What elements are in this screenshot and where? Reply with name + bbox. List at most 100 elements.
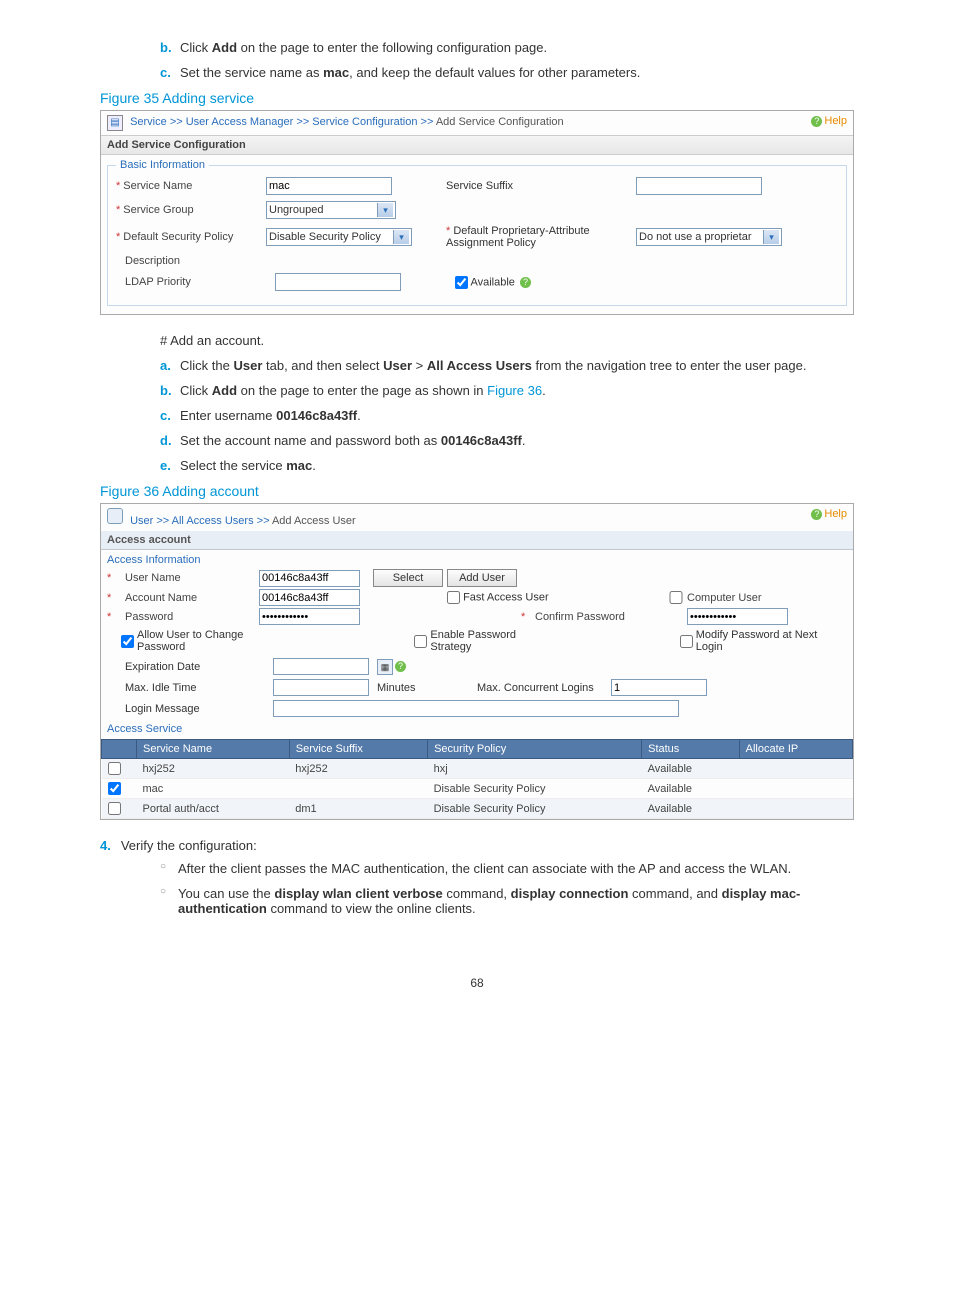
access-service-table: Service Name Service Suffix Security Pol… [101, 739, 853, 819]
default-proprietary-select[interactable]: Do not use a proprietar▾ [636, 228, 782, 246]
help-link[interactable]: ?Help [811, 115, 847, 131]
service-row-checkbox[interactable] [108, 762, 121, 775]
service-suffix-label: Service Suffix [446, 180, 636, 192]
default-security-policy-select[interactable]: Disable Security Policy▾ [266, 228, 412, 246]
col-security-policy: Security Policy [428, 740, 642, 759]
service-suffix-cell: hxj252 [289, 759, 427, 779]
default-proprietary-label: Default Proprietary-Attribute Assignment… [446, 225, 590, 249]
service-name-cell: hxj252 [137, 759, 290, 779]
modify-next-login-option[interactable]: Modify Password at Next Login [680, 629, 847, 653]
table-row: macDisable Security PolicyAvailable [102, 779, 853, 799]
help-icon: ? [811, 116, 822, 127]
add-account-header: # Add an account. [160, 333, 854, 348]
acct-step-b: b.Click Add on the page to enter the pag… [160, 383, 854, 398]
table-row: Portal auth/acctdm1Disable Security Poli… [102, 799, 853, 819]
verify-a: After the client passes the MAC authenti… [160, 861, 854, 876]
allocate-ip-cell [739, 779, 852, 799]
figure-36-link[interactable]: Figure 36 [487, 383, 542, 398]
service-name-input[interactable] [266, 177, 392, 195]
service-row-checkbox[interactable] [108, 782, 121, 795]
section-bar: Add Service Configuration [101, 135, 853, 155]
max-concurrent-label: Max. Concurrent Logins [477, 682, 607, 694]
fast-access-label: Fast Access User [463, 591, 549, 603]
figure-36: User >> All Access Users >> Add Access U… [100, 503, 854, 820]
col-checkbox [102, 740, 137, 759]
calendar-icon[interactable]: ▦ [377, 659, 393, 675]
confirm-password-input[interactable] [687, 608, 788, 625]
acct-step-a: a.Click the User tab, and then select Us… [160, 358, 854, 373]
step-c: c.Set the service name as mac, and keep … [160, 65, 854, 80]
max-idle-input[interactable] [273, 679, 369, 696]
help-icon[interactable]: ? [520, 277, 531, 288]
breadcrumb-36: User >> All Access Users >> Add Access U… [107, 508, 356, 527]
chevron-down-icon: ▾ [377, 203, 393, 217]
crumb-service-config[interactable]: Service Configuration [312, 116, 417, 128]
account-steps: a.Click the User tab, and then select Us… [160, 358, 854, 473]
help-icon[interactable]: ? [395, 661, 406, 672]
select-button[interactable]: Select [373, 569, 443, 587]
figure-35-title: Figure 35 Adding service [100, 90, 854, 106]
max-concurrent-input[interactable] [611, 679, 707, 696]
password-input[interactable] [259, 608, 360, 625]
account-name-input[interactable] [259, 589, 360, 606]
acct-step-e: e.Select the service mac. [160, 458, 854, 473]
fast-access-checkbox[interactable] [447, 591, 460, 604]
status-cell: Available [642, 799, 740, 819]
help-link-36[interactable]: ?Help [811, 508, 847, 527]
chevron-down-icon: ▾ [393, 230, 409, 244]
crumb-all-access[interactable]: All Access Users [172, 515, 254, 527]
crumb-service[interactable]: Service [130, 116, 167, 128]
col-allocate-ip: Allocate IP [739, 740, 852, 759]
expiration-date-input[interactable] [273, 658, 369, 675]
security-policy-cell: hxj [428, 759, 642, 779]
crumb-current: Add Service Configuration [436, 116, 564, 128]
page-number: 68 [100, 976, 854, 990]
allocate-ip-cell [739, 799, 852, 819]
enable-strategy-checkbox[interactable] [414, 635, 427, 648]
crumb-uam[interactable]: User Access Manager [186, 116, 294, 128]
add-user-button[interactable]: Add User [447, 569, 517, 587]
modify-next-checkbox[interactable] [680, 635, 693, 648]
enable-password-strategy-option[interactable]: Enable Password Strategy [414, 629, 559, 653]
login-message-input[interactable] [273, 700, 679, 717]
step-4: 4.Verify the configuration: [100, 838, 854, 853]
basic-info-legend: Basic Information [116, 159, 209, 171]
login-message-label: Login Message [125, 703, 269, 715]
access-account-bar: Access account [101, 531, 853, 550]
allow-change-password-option[interactable]: Allow User to Change Password [121, 629, 294, 653]
account-name-label: Account Name [125, 592, 255, 604]
col-service-suffix: Service Suffix [289, 740, 427, 759]
minutes-label: Minutes [377, 682, 473, 694]
col-status: Status [642, 740, 740, 759]
service-name-cell: Portal auth/acct [137, 799, 290, 819]
help-icon: ? [811, 509, 822, 520]
verify-b: You can use the display wlan client verb… [160, 886, 854, 916]
chevron-down-icon: ▾ [763, 230, 779, 244]
acct-step-d: d.Set the account name and password both… [160, 433, 854, 448]
col-service-name: Service Name [137, 740, 290, 759]
enable-strategy-label: Enable Password Strategy [430, 629, 559, 653]
verify-list: After the client passes the MAC authenti… [160, 861, 854, 916]
computer-user-checkbox[interactable] [669, 591, 683, 604]
ldap-priority-label: LDAP Priority [116, 276, 275, 288]
available-label: Available [470, 276, 514, 288]
service-name-cell: mac [137, 779, 290, 799]
available-checkbox[interactable] [455, 276, 468, 289]
service-row-checkbox[interactable] [108, 802, 121, 815]
computer-user-label: Computer User [687, 592, 817, 604]
user-name-input[interactable] [259, 570, 360, 587]
service-name-label: Service Name [123, 180, 192, 192]
password-label: Password [125, 611, 255, 623]
steps-list: b.Click Add on the page to enter the fol… [160, 40, 854, 80]
expiration-date-label: Expiration Date [125, 661, 269, 673]
default-security-policy-label: Default Security Policy [123, 231, 233, 243]
service-group-select[interactable]: Ungrouped▾ [266, 201, 396, 219]
crumb-user[interactable]: User [130, 515, 153, 527]
allow-change-checkbox[interactable] [121, 635, 134, 648]
access-information-header: Access Information [101, 550, 853, 568]
service-suffix-cell: dm1 [289, 799, 427, 819]
ldap-priority-input[interactable] [275, 273, 401, 291]
max-idle-label: Max. Idle Time [125, 682, 269, 694]
service-suffix-input[interactable] [636, 177, 762, 195]
description-label: Description [116, 255, 275, 267]
